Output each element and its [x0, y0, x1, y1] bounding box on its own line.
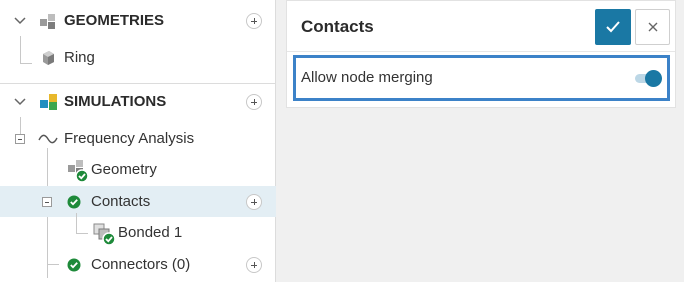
- tree-item-frequency-analysis[interactable]: Frequency Analysis: [0, 123, 276, 154]
- tree-item-connectors[interactable]: Connectors (0): [0, 249, 276, 280]
- tree-header-geometries[interactable]: GEOMETRIES: [0, 5, 276, 36]
- option-label: Allow node merging: [301, 69, 433, 86]
- tree-item-geometry[interactable]: Geometry: [0, 154, 276, 185]
- chevron-down-icon[interactable]: [14, 16, 26, 26]
- close-icon: [648, 22, 658, 32]
- part-cube-icon: [43, 51, 54, 65]
- simulations-label: SIMULATIONS: [64, 93, 167, 110]
- dialog-divider: [287, 51, 675, 52]
- tree-item-label: Ring: [64, 49, 95, 66]
- geometries-label: GEOMETRIES: [64, 12, 165, 29]
- tree-item-ring[interactable]: Ring: [0, 42, 276, 73]
- simulation-tree: GEOMETRIES Ring SIMULATIONS Frequency An…: [0, 0, 276, 282]
- tree-item-label: Geometry: [91, 161, 157, 178]
- tree-item-label: Connectors (0): [91, 256, 191, 273]
- check-icon: [606, 21, 620, 33]
- tree-header-simulations[interactable]: SIMULATIONS: [0, 86, 276, 117]
- tree-item-bonded-1[interactable]: Bonded 1: [0, 217, 276, 248]
- bonded-contact-status-ok-icon: [93, 223, 116, 246]
- add-connector-button[interactable]: [246, 257, 262, 273]
- frequency-wave-icon: [38, 134, 58, 144]
- add-simulation-button[interactable]: [246, 94, 262, 110]
- allow-node-merging-option[interactable]: Allow node merging: [293, 55, 670, 101]
- simulation-cube-icon: [40, 94, 57, 110]
- allow-node-merging-toggle[interactable]: [635, 70, 662, 87]
- tree-connector: [47, 264, 59, 265]
- add-geometry-button[interactable]: [246, 13, 262, 29]
- tree-item-contacts[interactable]: Contacts: [0, 186, 276, 217]
- tree-item-label: Bonded 1: [118, 224, 183, 241]
- check-circle-icon: [67, 195, 81, 209]
- tree-item-label: Frequency Analysis: [64, 130, 195, 147]
- section-divider: [0, 83, 276, 84]
- close-button[interactable]: [635, 9, 670, 45]
- dialog-title: Contacts: [301, 17, 374, 36]
- add-contact-button[interactable]: [246, 194, 262, 210]
- contacts-dialog: Contacts Allow node merging: [286, 0, 676, 108]
- geometry-cube-icon: [40, 14, 55, 29]
- confirm-button[interactable]: [595, 9, 631, 45]
- collapse-toggle[interactable]: [42, 197, 52, 207]
- collapse-toggle[interactable]: [15, 134, 25, 144]
- geometry-status-ok-icon: [68, 160, 89, 183]
- tree-item-label: Contacts: [91, 193, 151, 210]
- toggle-knob: [645, 70, 662, 87]
- chevron-down-icon[interactable]: [14, 97, 26, 107]
- check-circle-icon: [67, 258, 81, 272]
